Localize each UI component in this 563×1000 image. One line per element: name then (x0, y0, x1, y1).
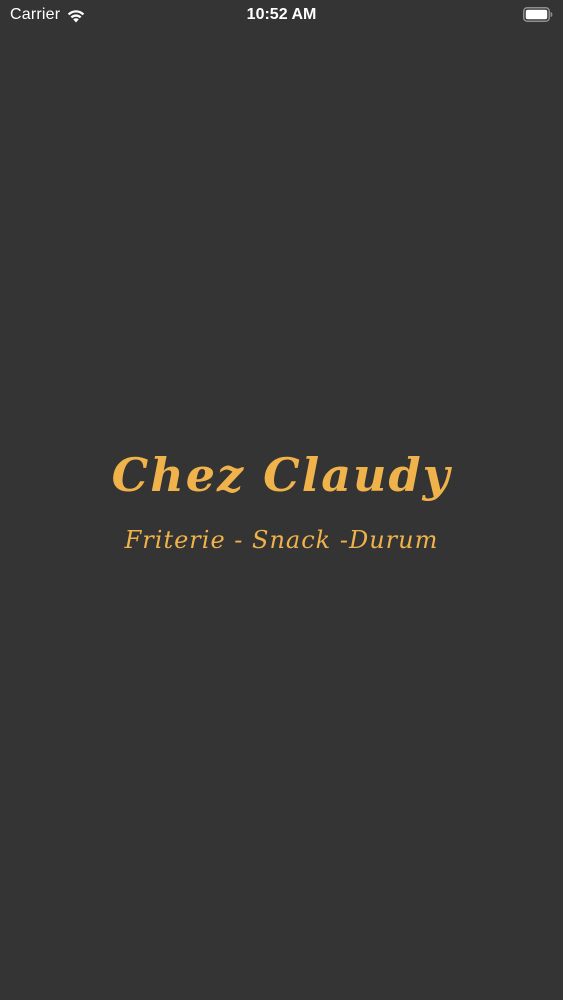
splash-screen: Chez Claudy Friterie - Snack -Durum (0, 430, 563, 580)
brand-title: Chez Claudy (111, 448, 452, 502)
brand-subtitle: Friterie - Snack -Durum (124, 526, 439, 554)
status-bar: Carrier 10:52 AM (0, 0, 563, 30)
battery-icon (523, 7, 553, 22)
status-time: 10:52 AM (246, 6, 317, 23)
